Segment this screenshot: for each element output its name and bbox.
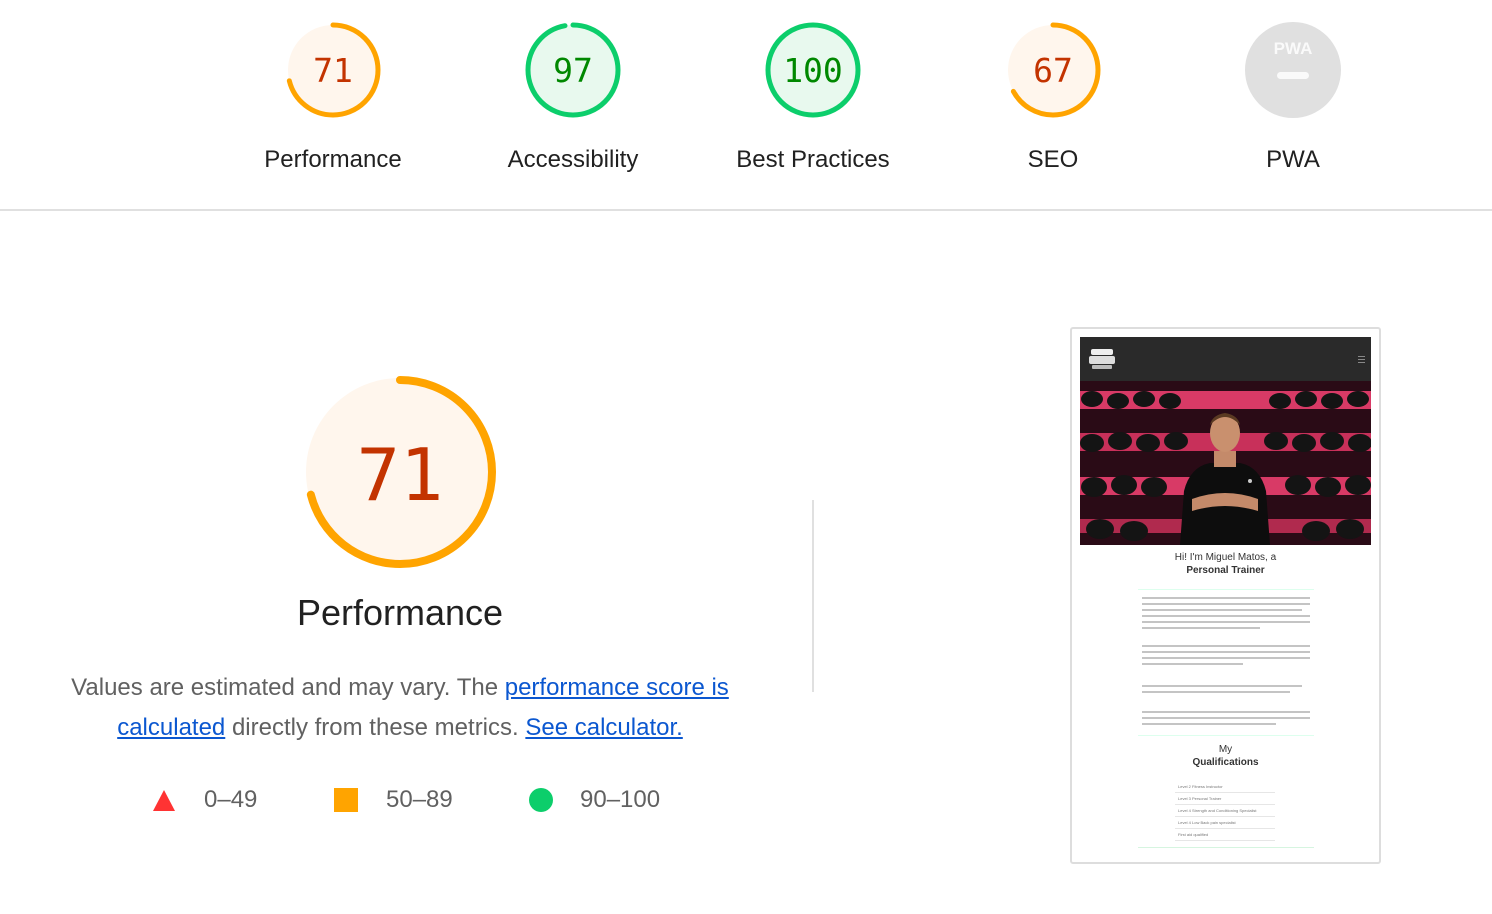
gauge-score: 67	[1033, 51, 1073, 90]
bio-paragraph	[1142, 645, 1310, 669]
qualifications-heading: My Qualifications	[1080, 743, 1371, 769]
performance-description: Values are estimated and may vary. The p…	[50, 668, 750, 748]
site-navbar	[1080, 337, 1371, 381]
legend-pass: 90–100	[528, 786, 660, 814]
qualifications-heading-line1: My	[1218, 744, 1233, 755]
square-icon	[334, 788, 358, 812]
pwa-logo-text: PWA	[1274, 39, 1313, 58]
list-item: Level 2 Fitness Instructor	[1175, 781, 1275, 793]
legend-fail: 0–49	[152, 786, 257, 814]
pwa-badge-icon: PWA	[1245, 22, 1341, 118]
hero-photo	[1080, 381, 1371, 545]
hero-heading-line2: Personal Trainer	[1186, 565, 1265, 576]
list-item: Level 3 Personal Trainer	[1175, 793, 1275, 805]
gauge-seo-ring: 67	[1005, 22, 1101, 118]
gauge-label: PWA	[1266, 146, 1320, 173]
gauge-accessibility-ring: 97	[525, 22, 621, 118]
legend-range: 90–100	[580, 786, 661, 813]
gauge-score: 71	[313, 51, 353, 90]
bio-paragraph	[1142, 685, 1310, 697]
qualifications-heading-line2: Qualifications	[1192, 757, 1259, 768]
desc-text-2: directly from these metrics.	[225, 714, 526, 741]
list-item: Level 4 Strength and Conditioning Specia…	[1175, 805, 1275, 817]
circle-icon	[529, 788, 553, 812]
divider	[1138, 847, 1314, 848]
scores-header: 71 Performance 97 Accessibility 100 Best…	[0, 0, 1492, 211]
gauge-performance[interactable]: 71 Performance	[233, 20, 433, 174]
gauge-score: 97	[553, 51, 593, 90]
performance-title: Performance	[296, 592, 504, 633]
gauge-seo[interactable]: 67 SEO	[953, 20, 1153, 174]
gauge-score: 100	[783, 51, 843, 90]
main-gauge: 71	[304, 376, 496, 568]
list-item: First aid qualified	[1175, 829, 1275, 841]
gauge-pwa[interactable]: PWA PWA	[1193, 20, 1393, 174]
site-logo-icon	[1089, 349, 1115, 369]
performance-summary: 71 Performance	[50, 372, 750, 634]
dash-icon	[1277, 72, 1309, 79]
legend-range: 50–89	[386, 786, 453, 813]
gauge-label: SEO	[1027, 146, 1079, 173]
legend-average: 50–89	[334, 786, 453, 814]
bio-paragraph	[1142, 711, 1310, 729]
final-screenshot[interactable]: Hi! I'm Miguel Matos, a Personal Trainer…	[1070, 327, 1381, 864]
bio-paragraph	[1142, 597, 1310, 633]
gauge-label: Accessibility	[507, 146, 639, 173]
qualifications-list: Level 2 Fitness Instructor Level 3 Perso…	[1175, 781, 1275, 841]
desc-text-1: Values are estimated and may vary. The	[71, 674, 505, 701]
divider	[1138, 589, 1314, 590]
gauge-best-practices[interactable]: 100 Best Practices	[713, 20, 913, 174]
hero-heading: Hi! I'm Miguel Matos, a Personal Trainer	[1080, 551, 1371, 577]
section-divider	[812, 500, 814, 692]
gauge-label: Best Practices	[736, 146, 890, 173]
hamburger-menu-icon	[1358, 356, 1365, 363]
gauge-bg	[1245, 22, 1341, 118]
screenshot-page: Hi! I'm Miguel Matos, a Personal Trainer…	[1080, 337, 1371, 856]
triangle-icon	[153, 790, 175, 811]
see-calculator-link[interactable]: See calculator.	[525, 714, 682, 741]
legend-range: 0–49	[204, 786, 258, 813]
list-item: Level 4 Low Back pain specialist	[1175, 817, 1275, 829]
gauge-label: Performance	[264, 146, 402, 173]
hero-heading-line1: Hi! I'm Miguel Matos, a	[1174, 552, 1277, 563]
gauge-performance-ring: 71	[285, 22, 381, 118]
divider	[1138, 735, 1314, 736]
main-gauge-score: 71	[357, 433, 444, 517]
hero-image	[1080, 381, 1371, 545]
gauge-accessibility[interactable]: 97 Accessibility	[473, 20, 673, 174]
gauge-best-practices-ring: 100	[765, 22, 861, 118]
